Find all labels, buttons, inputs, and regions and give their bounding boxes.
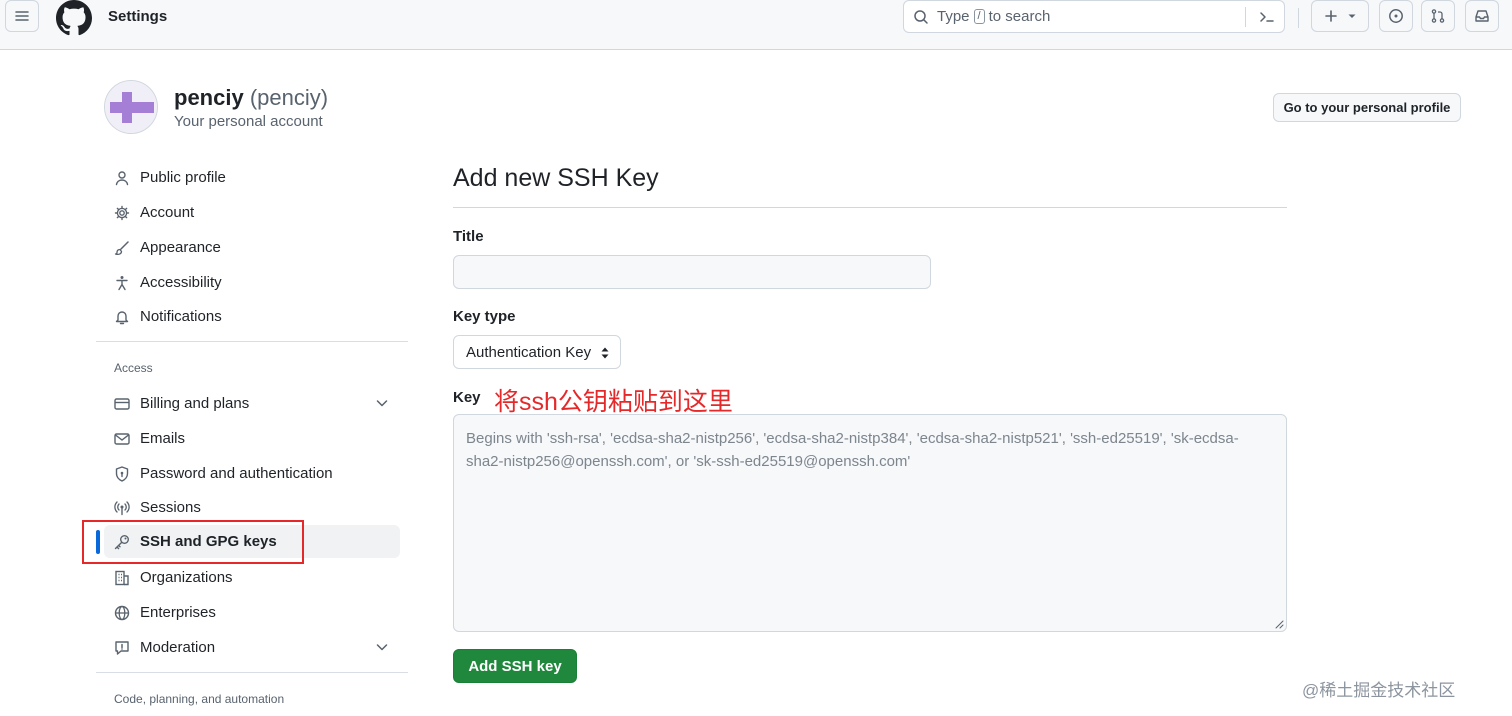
- sidebar-item-label: Sessions: [140, 499, 201, 516]
- select-caret-icon: [600, 346, 610, 360]
- watermark: @稀土掘金技术社区: [1302, 681, 1456, 700]
- page-title[interactable]: Settings: [108, 8, 167, 25]
- go-to-profile-button[interactable]: Go to your personal profile: [1273, 93, 1461, 122]
- inbox-button[interactable]: [1465, 0, 1499, 32]
- search-divider: [1245, 7, 1246, 27]
- issue-icon: [1388, 8, 1404, 24]
- chevron-down-icon: [1347, 11, 1357, 21]
- form-heading: Add new SSH Key: [453, 164, 659, 192]
- sidebar-item-billing[interactable]: Billing and plans: [104, 387, 400, 420]
- mail-icon: [113, 430, 131, 448]
- sidebar-item-label: Appearance: [140, 239, 221, 256]
- key-label: Key: [453, 389, 481, 406]
- organization-icon: [113, 569, 131, 587]
- heading-divider: [453, 207, 1287, 208]
- sidebar-item-label: Public profile: [140, 169, 226, 186]
- globe-icon: [113, 604, 131, 622]
- sidebar-item-accessibility[interactable]: Accessibility: [104, 266, 400, 299]
- key-placeholder: Begins with 'ssh-rsa', 'ecdsa-sha2-nistp…: [466, 430, 1239, 470]
- resize-handle-icon[interactable]: [1274, 619, 1284, 629]
- key-type-select[interactable]: Authentication Key: [453, 335, 621, 369]
- sidebar-item-label: Moderation: [140, 639, 216, 656]
- sidebar-item-label: Organizations: [140, 569, 233, 586]
- sidebar-item-label: Account: [140, 204, 195, 221]
- sidebar-item-label: Accessibility: [140, 274, 222, 291]
- toolbar-divider: [1298, 8, 1299, 28]
- sidebar-section-access: Access: [114, 361, 153, 375]
- sidebar-item-account[interactable]: Account: [104, 196, 400, 229]
- sidebar-item-appearance[interactable]: Appearance: [104, 231, 400, 264]
- plus-icon: [1323, 8, 1339, 24]
- pull-request-icon: [1430, 8, 1446, 24]
- sidebar-item-label: Emails: [140, 430, 186, 447]
- create-new-button[interactable]: [1311, 0, 1369, 32]
- hamburger-menu-button[interactable]: [5, 0, 39, 32]
- search-icon: [913, 9, 929, 25]
- slash-shortcut-key: /: [973, 9, 985, 24]
- add-ssh-key-button[interactable]: Add SSH key: [453, 649, 577, 683]
- sidebar-item-public-profile[interactable]: Public profile: [104, 161, 400, 194]
- sidebar-item-organizations[interactable]: Organizations: [104, 561, 400, 594]
- search-placeholder-prefix: Type: [937, 8, 970, 25]
- top-bar: Settings Type / to search: [0, 0, 1512, 50]
- avatar[interactable]: [104, 80, 158, 134]
- sidebar-item-label: Notifications: [140, 308, 222, 325]
- github-logo[interactable]: [56, 0, 92, 36]
- inbox-icon: [1474, 8, 1490, 24]
- chevron-down-icon[interactable]: [374, 395, 390, 411]
- account-subtitle: Your personal account: [174, 113, 323, 130]
- search-placeholder-suffix: to search: [988, 8, 1051, 25]
- key-type-value: Authentication Key: [466, 343, 592, 361]
- sidebar-divider: [96, 672, 408, 673]
- sidebar-item-moderation[interactable]: Moderation: [104, 631, 400, 664]
- sidebar-item-label: Enterprises: [140, 604, 216, 621]
- key-type-label: Key type: [453, 308, 516, 325]
- sidebar-item-notifications[interactable]: Notifications: [104, 300, 400, 333]
- shield-lock-icon: [113, 465, 131, 483]
- chevron-down-icon[interactable]: [374, 639, 390, 655]
- title-field[interactable]: [453, 255, 931, 289]
- hamburger-icon: [14, 8, 30, 24]
- search-placeholder: Type / to search: [937, 8, 1050, 25]
- report-icon: [113, 639, 131, 657]
- sidebar-item-enterprises[interactable]: Enterprises: [104, 596, 400, 629]
- accessibility-icon: [113, 274, 131, 292]
- sidebar-item-label: Billing and plans: [140, 395, 250, 412]
- title-label: Title: [453, 228, 484, 245]
- paintbrush-icon: [113, 239, 131, 257]
- sidebar-section-code-planning: Code, planning, and automation: [114, 692, 285, 706]
- sidebar-item-password-authentication[interactable]: Password and authentication: [104, 457, 400, 490]
- annotation-highlight-box: [82, 520, 304, 564]
- pull-requests-button[interactable]: [1421, 0, 1455, 32]
- command-palette-icon[interactable]: [1258, 8, 1276, 26]
- key-textarea[interactable]: Begins with 'ssh-rsa', 'ecdsa-sha2-nistp…: [453, 414, 1287, 632]
- issues-button[interactable]: [1379, 0, 1413, 32]
- sidebar-divider: [96, 341, 408, 342]
- login-name: (penciy): [249, 85, 329, 110]
- search-input[interactable]: Type / to search: [903, 0, 1285, 33]
- display-name: penciy: [174, 85, 244, 110]
- sidebar-item-label: Password and authentication: [140, 465, 333, 482]
- account-name: penciy (penciy): [174, 85, 328, 111]
- gear-icon: [113, 204, 131, 222]
- person-icon: [113, 169, 131, 187]
- bell-icon: [113, 308, 131, 326]
- annotation-text: 将ssh公钥粘贴到这里: [494, 388, 733, 416]
- broadcast-icon: [113, 499, 131, 517]
- sidebar-item-emails[interactable]: Emails: [104, 422, 400, 455]
- credit-card-icon: [113, 395, 131, 413]
